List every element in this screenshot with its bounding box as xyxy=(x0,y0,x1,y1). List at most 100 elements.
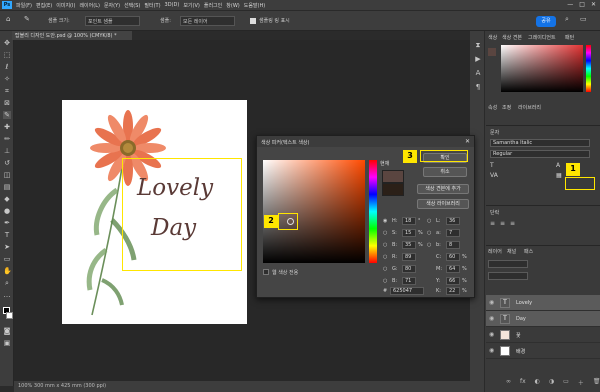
tab-layers[interactable]: 레이어 xyxy=(488,248,502,255)
path-select-icon[interactable]: ➤ xyxy=(3,243,11,251)
menu-layer[interactable]: 레이어(L) xyxy=(79,2,100,9)
show-ring-checkbox[interactable] xyxy=(250,18,256,24)
eyedropper-tool-icon[interactable]: ✎ xyxy=(24,15,30,23)
visibility-eye-icon[interactable]: ◉ xyxy=(489,315,494,322)
menu-select[interactable]: 선택(S) xyxy=(124,2,140,9)
group-icon[interactable]: ▭ xyxy=(563,378,569,390)
hsb-s-radio[interactable]: ○ xyxy=(383,230,387,236)
healing-tool-icon[interactable]: ✚ xyxy=(3,123,11,131)
menu-3d[interactable]: 3D(D) xyxy=(165,2,180,8)
screen-mode-icon[interactable]: ▣ xyxy=(3,339,11,347)
dodge-tool-icon[interactable]: ● xyxy=(3,207,11,215)
menu-type[interactable]: 문자(Y) xyxy=(104,2,120,9)
photoshop-logo[interactable]: Ps xyxy=(2,1,12,9)
minimize-button[interactable]: — xyxy=(567,1,573,8)
visibility-eye-icon[interactable]: ◉ xyxy=(489,331,494,338)
background-color-swatch[interactable] xyxy=(6,312,13,319)
tab-swatches[interactable]: 색상 견본 xyxy=(502,34,522,41)
blur-tool-icon[interactable]: ◆ xyxy=(3,195,11,203)
font-family-field[interactable]: Samantha Italic xyxy=(490,139,590,147)
tab-libraries[interactable]: 라이브러리 xyxy=(518,104,541,111)
rgb-r-radio[interactable]: ○ xyxy=(383,254,387,260)
quick-mask-icon[interactable]: ◙ xyxy=(3,327,11,335)
mask-icon[interactable]: ◐ xyxy=(535,378,540,390)
menu-file[interactable]: 파일(F) xyxy=(16,2,32,9)
menu-image[interactable]: 이미지(I) xyxy=(56,2,75,9)
menu-edit[interactable]: 편집(E) xyxy=(36,2,52,9)
pen-tool-icon[interactable]: ✒ xyxy=(3,219,11,227)
text-color-highlight[interactable] xyxy=(565,177,595,190)
lab-b-radio[interactable]: ○ xyxy=(427,242,431,248)
layer-row[interactable]: ◉ 꽃 xyxy=(486,327,600,343)
paragraph-panel-icon[interactable]: ¶ xyxy=(474,83,482,91)
align-center-icon[interactable]: ≡ xyxy=(500,220,505,227)
lab-a-radio[interactable]: ○ xyxy=(427,230,431,236)
adjustment-icon[interactable]: ◑ xyxy=(549,378,554,390)
align-right-icon[interactable]: ≡ xyxy=(510,220,515,227)
a-input[interactable]: 7 xyxy=(446,229,460,237)
sample-select[interactable]: 모든 레이어 xyxy=(180,16,235,26)
r-input[interactable]: 89 xyxy=(402,253,416,261)
hsb-h-radio[interactable]: ◉ xyxy=(383,218,387,224)
lasso-tool-icon[interactable]: ℓ xyxy=(3,63,11,71)
history-panel-icon[interactable]: ⧗ xyxy=(474,41,482,49)
lab-b-input[interactable]: 8 xyxy=(446,241,460,249)
tab-gradients[interactable]: 그레이디언트 xyxy=(528,34,556,41)
tab-color[interactable]: 색상 xyxy=(488,34,497,41)
font-style-field[interactable]: Regular xyxy=(490,150,590,158)
l-input[interactable]: 36 xyxy=(446,217,460,225)
current-color-swatch[interactable] xyxy=(382,183,404,196)
hsb-b-radio[interactable]: ○ xyxy=(383,242,387,248)
visibility-eye-icon[interactable]: ◉ xyxy=(489,347,494,354)
search-icon[interactable]: ⌕ xyxy=(565,15,569,24)
menu-view[interactable]: 보기(V) xyxy=(183,2,200,9)
layer-row[interactable]: ◉ T Lovely xyxy=(486,295,600,311)
layer-row[interactable]: ◉ T Day xyxy=(486,311,600,327)
hand-tool-icon[interactable]: ✋ xyxy=(3,267,12,275)
document-tab[interactable]: 탑블리 디자인 도안.psd @ 100% (CMYK/8) * xyxy=(12,31,132,40)
move-tool-icon[interactable]: ✥ xyxy=(3,39,11,47)
hex-input[interactable]: 625047 xyxy=(390,287,424,295)
layer-row[interactable]: ◉ 배경 xyxy=(486,343,600,359)
character-panel-icon[interactable]: A xyxy=(474,69,482,77)
rgb-b-radio[interactable]: ○ xyxy=(383,278,387,284)
menu-filter[interactable]: 필터(T) xyxy=(144,2,160,9)
layer-filter-field[interactable] xyxy=(488,260,528,268)
hue-slider[interactable] xyxy=(369,160,377,263)
color-libraries-button[interactable]: 색상 라이브러리 xyxy=(417,199,469,209)
foreground-swatch[interactable] xyxy=(488,48,496,56)
color-field[interactable] xyxy=(263,160,365,263)
close-icon[interactable]: ✕ xyxy=(465,138,470,145)
type-tool-icon[interactable]: T xyxy=(3,231,11,239)
c-input[interactable]: 60 xyxy=(446,253,460,261)
h-input[interactable]: 18 xyxy=(402,217,416,225)
fx-icon[interactable]: fx xyxy=(520,378,526,390)
add-to-swatches-button[interactable]: 색상 견본에 추가 xyxy=(417,184,469,194)
crop-tool-icon[interactable]: ⌗ xyxy=(3,87,11,95)
b-input[interactable]: 35 xyxy=(402,241,416,249)
frame-tool-icon[interactable]: ⊠ xyxy=(3,99,11,107)
g-input[interactable]: 80 xyxy=(402,265,416,273)
tab-paths[interactable]: 패스 xyxy=(524,248,533,255)
marquee-tool-icon[interactable]: ⬚ xyxy=(3,51,11,59)
m-input[interactable]: 64 xyxy=(446,265,460,273)
rgb-b-input[interactable]: 71 xyxy=(402,277,416,285)
eraser-tool-icon[interactable]: ◫ xyxy=(3,171,11,179)
history-brush-icon[interactable]: ↺ xyxy=(3,159,11,167)
cancel-button[interactable]: 취소 xyxy=(423,167,467,177)
brush-tool-icon[interactable]: ✏ xyxy=(3,135,11,143)
zoom-tool-icon[interactable]: ⌕ xyxy=(3,279,11,287)
home-icon[interactable]: ⌂ xyxy=(6,15,10,23)
gradient-tool-icon[interactable]: ▤ xyxy=(3,183,11,191)
more-tools-icon[interactable]: … xyxy=(3,291,11,299)
hue-strip[interactable] xyxy=(586,45,591,92)
blend-mode-select[interactable] xyxy=(488,272,528,280)
maximize-button[interactable]: □ xyxy=(579,1,585,8)
share-button[interactable]: 공유 xyxy=(536,16,556,27)
align-left-icon[interactable]: ≡ xyxy=(490,220,495,227)
stamp-tool-icon[interactable]: ⊥ xyxy=(3,147,11,155)
workspace-icon[interactable]: ▭ xyxy=(580,15,587,23)
k-input[interactable]: 22 xyxy=(446,287,460,295)
actions-panel-icon[interactable]: ▶ xyxy=(474,55,482,63)
web-only-checkbox[interactable] xyxy=(263,269,269,275)
